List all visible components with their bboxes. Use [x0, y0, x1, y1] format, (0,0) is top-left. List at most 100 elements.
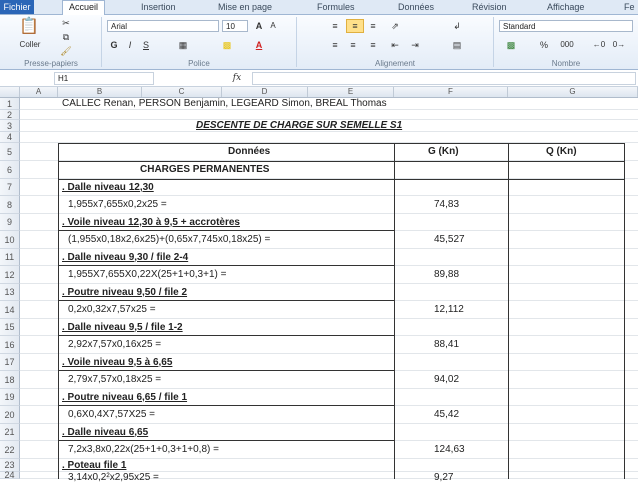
- tab-fichier[interactable]: Fichier: [0, 0, 34, 14]
- row-header[interactable]: 12: [0, 266, 20, 284]
- formula-text[interactable]: CHARGES PERMANENTES: [140, 164, 269, 176]
- g-value[interactable]: 74,83: [434, 199, 459, 211]
- align-middle-icon[interactable]: ≡: [346, 19, 364, 33]
- increase-decimal-icon[interactable]: ←0: [592, 39, 606, 51]
- row-header[interactable]: 1: [0, 98, 20, 110]
- formula-text[interactable]: 2,92x7,57x0,16x25 =: [68, 339, 161, 351]
- section-label[interactable]: . Dalle niveau 6,65: [62, 427, 148, 439]
- tab-mise-en-page[interactable]: Mise en page: [218, 1, 272, 14]
- merge-center-icon[interactable]: ▤: [450, 39, 464, 51]
- header-donnees[interactable]: Données: [228, 146, 270, 158]
- column-header-g[interactable]: G: [508, 87, 638, 97]
- row-header[interactable]: 24: [0, 471, 20, 480]
- tab-formules[interactable]: Formules: [317, 1, 355, 14]
- format-painter-icon[interactable]: 🖌: [60, 45, 72, 57]
- tab-affichage[interactable]: Affichage: [547, 1, 584, 14]
- g-value[interactable]: 89,88: [434, 269, 459, 281]
- orientation-icon[interactable]: ⇗: [388, 20, 402, 32]
- font-size-select[interactable]: 10: [222, 20, 248, 32]
- g-value[interactable]: 124,63: [434, 444, 465, 456]
- bold-icon[interactable]: G: [108, 39, 120, 51]
- tab-accueil[interactable]: Accueil: [62, 0, 106, 15]
- row-header[interactable]: 20: [0, 406, 20, 424]
- column-header-b[interactable]: B: [58, 87, 142, 97]
- tab-donnees[interactable]: Données: [398, 1, 434, 14]
- g-value[interactable]: 9,27: [434, 472, 453, 484]
- section-label[interactable]: . Dalle niveau 9,5 / file 1-2: [62, 322, 183, 334]
- row-header[interactable]: 10: [0, 231, 20, 249]
- paste-icon[interactable]: 📋: [18, 17, 40, 37]
- align-center-icon[interactable]: ≡: [346, 39, 360, 51]
- column-header-d[interactable]: D: [222, 87, 308, 97]
- row-header[interactable]: 7: [0, 179, 20, 196]
- font-name-select[interactable]: Arial: [107, 20, 219, 32]
- row-header[interactable]: 2: [0, 110, 20, 120]
- g-value[interactable]: 45,42: [434, 409, 459, 421]
- underline-icon[interactable]: S: [140, 39, 152, 51]
- align-top-icon[interactable]: ≡: [328, 20, 342, 32]
- column-header-e[interactable]: E: [308, 87, 394, 97]
- section-label[interactable]: . Poutre niveau 9,50 / file 2: [62, 287, 187, 299]
- row-header[interactable]: 21: [0, 424, 20, 441]
- tab-insertion[interactable]: Insertion: [141, 1, 176, 14]
- section-label[interactable]: . Dalle niveau 9,30 / file 2-4: [62, 252, 188, 264]
- formula-text[interactable]: 1,955x7,655x0,2x25 =: [68, 199, 167, 211]
- row-header[interactable]: 8: [0, 196, 20, 214]
- tab-revision[interactable]: Révision: [472, 1, 507, 14]
- thousands-button[interactable]: 000: [556, 39, 578, 51]
- borders-icon[interactable]: ▦: [176, 39, 190, 51]
- name-box[interactable]: H1: [54, 72, 154, 85]
- formula-text[interactable]: (1,955x0,18x2,6x25)+(0,65x7,745x0,18x25)…: [68, 234, 270, 246]
- row-header[interactable]: 15: [0, 319, 20, 336]
- g-value[interactable]: 45,527: [434, 234, 465, 246]
- formula-text[interactable]: 7,2x3,8x0,22x(25+1+0,3+1+0,8) =: [68, 444, 219, 456]
- row-header[interactable]: 3: [0, 120, 20, 132]
- sheet-title[interactable]: DESCENTE DE CHARGE SUR SEMELLE S1: [196, 120, 402, 132]
- copy-icon[interactable]: ⧉: [60, 31, 72, 43]
- select-all-corner[interactable]: [0, 87, 20, 97]
- row-header[interactable]: 4: [0, 132, 20, 143]
- decrease-decimal-icon[interactable]: 0→: [612, 39, 626, 51]
- section-label[interactable]: . Voile niveau 12,30 à 9,5 + accrotères: [62, 217, 240, 229]
- section-label[interactable]: . Poutre niveau 6,65 / file 1: [62, 392, 187, 404]
- formula-text[interactable]: CALLEC Renan, PERSON Benjamin, LEGEARD S…: [62, 98, 387, 110]
- shrink-font-icon[interactable]: A: [266, 20, 280, 32]
- formula-text[interactable]: 0,2x0,32x7,57x25 =: [68, 304, 156, 316]
- row-header[interactable]: 19: [0, 389, 20, 406]
- formula-text[interactable]: 1,955X7,655X0,22X(25+1+0,3+1) =: [68, 269, 226, 281]
- align-right-icon[interactable]: ≡: [366, 39, 380, 51]
- section-label[interactable]: . Dalle niveau 12,30: [62, 182, 154, 194]
- fill-color-icon[interactable]: ▩: [220, 39, 234, 51]
- g-value[interactable]: 94,02: [434, 374, 459, 386]
- row-header[interactable]: 5: [0, 143, 20, 161]
- wrap-text-icon[interactable]: ↲: [450, 20, 464, 32]
- column-header-c[interactable]: C: [142, 87, 222, 97]
- cut-icon[interactable]: ✂: [60, 17, 72, 29]
- row-header[interactable]: 18: [0, 371, 20, 389]
- formula-text[interactable]: 0,6X0,4X7,57X25 =: [68, 409, 155, 421]
- grow-font-icon[interactable]: A: [252, 20, 266, 32]
- decrease-indent-icon[interactable]: ⇤: [388, 39, 402, 51]
- row-header[interactable]: 17: [0, 354, 20, 371]
- formula-text[interactable]: 2,79x7,57x0,18x25 =: [68, 374, 161, 386]
- header-q-kn[interactable]: Q (Kn): [546, 146, 577, 158]
- column-header-a[interactable]: A: [20, 87, 58, 97]
- row-header[interactable]: 6: [0, 161, 20, 179]
- row-header[interactable]: 22: [0, 441, 20, 459]
- font-color-icon[interactable]: A: [252, 39, 266, 51]
- paste-label[interactable]: Coller: [16, 39, 44, 51]
- align-left-icon[interactable]: ≡: [328, 39, 342, 51]
- section-label[interactable]: . Poteau file 1: [62, 460, 126, 472]
- formula-text[interactable]: 3,14x0,2²x2,95x25 =: [68, 472, 159, 484]
- number-format-select[interactable]: Standard: [499, 20, 633, 32]
- percent-button[interactable]: %: [538, 39, 550, 51]
- row-header[interactable]: 11: [0, 249, 20, 266]
- italic-icon[interactable]: I: [124, 39, 136, 51]
- column-header-f[interactable]: F: [394, 87, 508, 97]
- row-header[interactable]: 14: [0, 301, 20, 319]
- g-value[interactable]: 12,112: [434, 304, 464, 316]
- increase-indent-icon[interactable]: ⇥: [408, 39, 422, 51]
- row-header[interactable]: 16: [0, 336, 20, 354]
- g-value[interactable]: 88,41: [434, 339, 459, 351]
- fx-icon[interactable]: fx: [228, 72, 246, 84]
